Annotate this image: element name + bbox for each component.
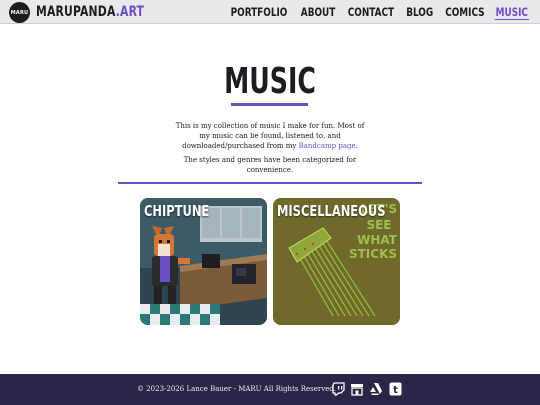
intro-text: This is my collection of music I make fo… bbox=[170, 121, 370, 151]
categories-note: The styles and genres have been categori… bbox=[183, 156, 357, 174]
bandcamp-link[interactable]: Bandcamp page bbox=[299, 142, 356, 150]
artstation-icon[interactable] bbox=[369, 382, 383, 396]
nav-contact[interactable]: CONTACT bbox=[347, 4, 395, 20]
nav-about[interactable]: ABOUT bbox=[300, 4, 336, 20]
nav-music[interactable]: MUSIC bbox=[495, 4, 530, 20]
svg-text:t: t bbox=[393, 385, 398, 396]
main-nav: PORTFOLIO ABOUT CONTACT BLOG COMICS MUSI… bbox=[225, 4, 532, 20]
section-divider bbox=[118, 182, 422, 184]
site-footer: © 2023-2026 Lance Bauer - MARU All Right… bbox=[0, 374, 540, 405]
misc-art-text-sticks: STICKS bbox=[349, 247, 397, 261]
copyright-text: © 2023-2026 Lance Bauer - MARU All Right… bbox=[137, 385, 336, 393]
site-header: MARU MARUPANDA.ART PORTFOLIO ABOUT CONTA… bbox=[0, 0, 540, 24]
card-miscellaneous[interactable]: LET'S SEE WHAT STICKS MISCELLANEOUS bbox=[273, 198, 400, 325]
card-chiptune[interactable]: CHIPTUNE bbox=[140, 198, 267, 325]
misc-art-text-what: WHAT bbox=[357, 233, 398, 247]
tumblr-icon[interactable]: t bbox=[388, 382, 402, 396]
title-underline bbox=[231, 103, 308, 106]
twitch-icon[interactable] bbox=[331, 382, 345, 396]
nav-portfolio[interactable]: PORTFOLIO bbox=[230, 4, 288, 20]
store-icon[interactable] bbox=[350, 382, 364, 396]
logo-name: MARUPANDA bbox=[36, 4, 116, 20]
logo-tld: .ART bbox=[115, 4, 145, 20]
card-chiptune-label: CHIPTUNE bbox=[144, 202, 210, 220]
intro-text-end: . bbox=[355, 142, 358, 150]
logo-badge[interactable]: MARU bbox=[9, 2, 30, 23]
nav-comics[interactable]: COMICS bbox=[444, 4, 485, 20]
social-links: t bbox=[331, 382, 402, 396]
page-title: MUSIC bbox=[224, 61, 316, 102]
nav-blog[interactable]: BLOG bbox=[406, 4, 435, 20]
site-logo[interactable]: MARUPANDA.ART bbox=[36, 3, 144, 21]
misc-art-text-see: SEE bbox=[366, 218, 391, 232]
card-miscellaneous-label: MISCELLANEOUS bbox=[277, 202, 386, 220]
